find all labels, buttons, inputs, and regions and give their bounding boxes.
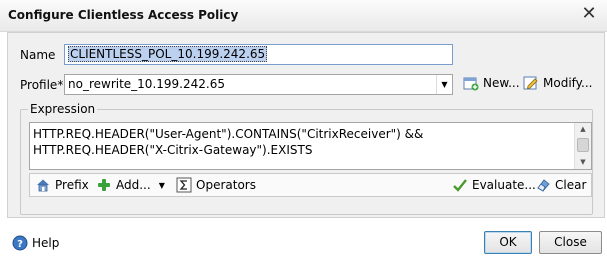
green-plus-icon	[96, 177, 112, 193]
modify-profile-button[interactable]: Modify...	[523, 75, 593, 91]
chevron-down-icon[interactable]: ▼	[436, 75, 452, 94]
expression-line-1: HTTP.REQ.HEADER("User-Agent").CONTAINS("…	[33, 127, 424, 141]
close-label: Close	[554, 235, 587, 249]
help-icon: ?	[12, 235, 28, 251]
sigma-icon	[176, 177, 192, 193]
ok-label: OK	[499, 235, 517, 249]
scroll-thumb[interactable]	[577, 138, 589, 152]
prefix-button[interactable]: Prefix	[35, 177, 89, 193]
operators-label: Operators	[196, 178, 256, 192]
new-profile-button[interactable]: New...	[463, 75, 520, 91]
window-title: Configure Clientless Access Policy	[8, 8, 239, 22]
caret-down-icon: ▼	[158, 180, 165, 190]
edit-icon	[523, 75, 539, 91]
scroll-down-icon[interactable]: ▼	[575, 156, 591, 169]
title-bar: Configure Clientless Access Policy ✕	[0, 0, 607, 32]
name-field[interactable]: CLIENTLESS_POL_10.199.242.65	[64, 44, 453, 65]
name-value: CLIENTLESS_POL_10.199.242.65	[68, 46, 268, 62]
profile-select[interactable]: no_rewrite_10.199.242.65 ▼	[64, 74, 453, 95]
expression-legend: Expression	[28, 102, 98, 116]
evaluate-button[interactable]: Evaluate...	[452, 177, 536, 193]
modify-profile-label: Modify...	[543, 76, 593, 90]
clear-button[interactable]: Clear	[535, 177, 586, 193]
evaluate-label: Evaluate...	[472, 178, 536, 192]
expression-textarea[interactable]: HTTP.REQ.HEADER("User-Agent").CONTAINS("…	[29, 122, 592, 170]
scroll-up-icon[interactable]: ▲	[575, 123, 591, 136]
checkmark-icon	[452, 177, 468, 193]
new-profile-label: New...	[483, 76, 520, 90]
prefix-label: Prefix	[55, 178, 89, 192]
eraser-icon	[535, 177, 551, 193]
close-window-icon[interactable]: ✕	[578, 3, 600, 25]
svg-text:?: ?	[17, 239, 23, 250]
expression-line-2: HTTP.REQ.HEADER("X-Citrix-Gateway").EXIS…	[33, 143, 313, 157]
expression-toolbar: Prefix Add... ▼ Operators Evaluate... Cl…	[29, 173, 592, 197]
operators-button[interactable]: Operators	[176, 177, 256, 193]
profile-label: Profile*	[20, 78, 64, 92]
clear-label: Clear	[555, 178, 587, 192]
help-label: Help	[32, 236, 60, 250]
house-icon	[35, 177, 51, 193]
dialog-body: Name CLIENTLESS_POL_10.199.242.65 Profil…	[7, 32, 605, 218]
add-label: Add...	[116, 178, 151, 192]
add-button[interactable]: Add... ▼	[96, 177, 165, 193]
help-link[interactable]: ? Help	[12, 235, 59, 251]
close-button[interactable]: Close	[539, 231, 602, 254]
profile-value: no_rewrite_10.199.242.65	[68, 77, 225, 91]
ok-button[interactable]: OK	[484, 231, 532, 254]
new-icon	[463, 75, 479, 91]
name-label: Name	[20, 48, 56, 62]
expression-scrollbar[interactable]: ▲ ▼	[574, 123, 591, 169]
